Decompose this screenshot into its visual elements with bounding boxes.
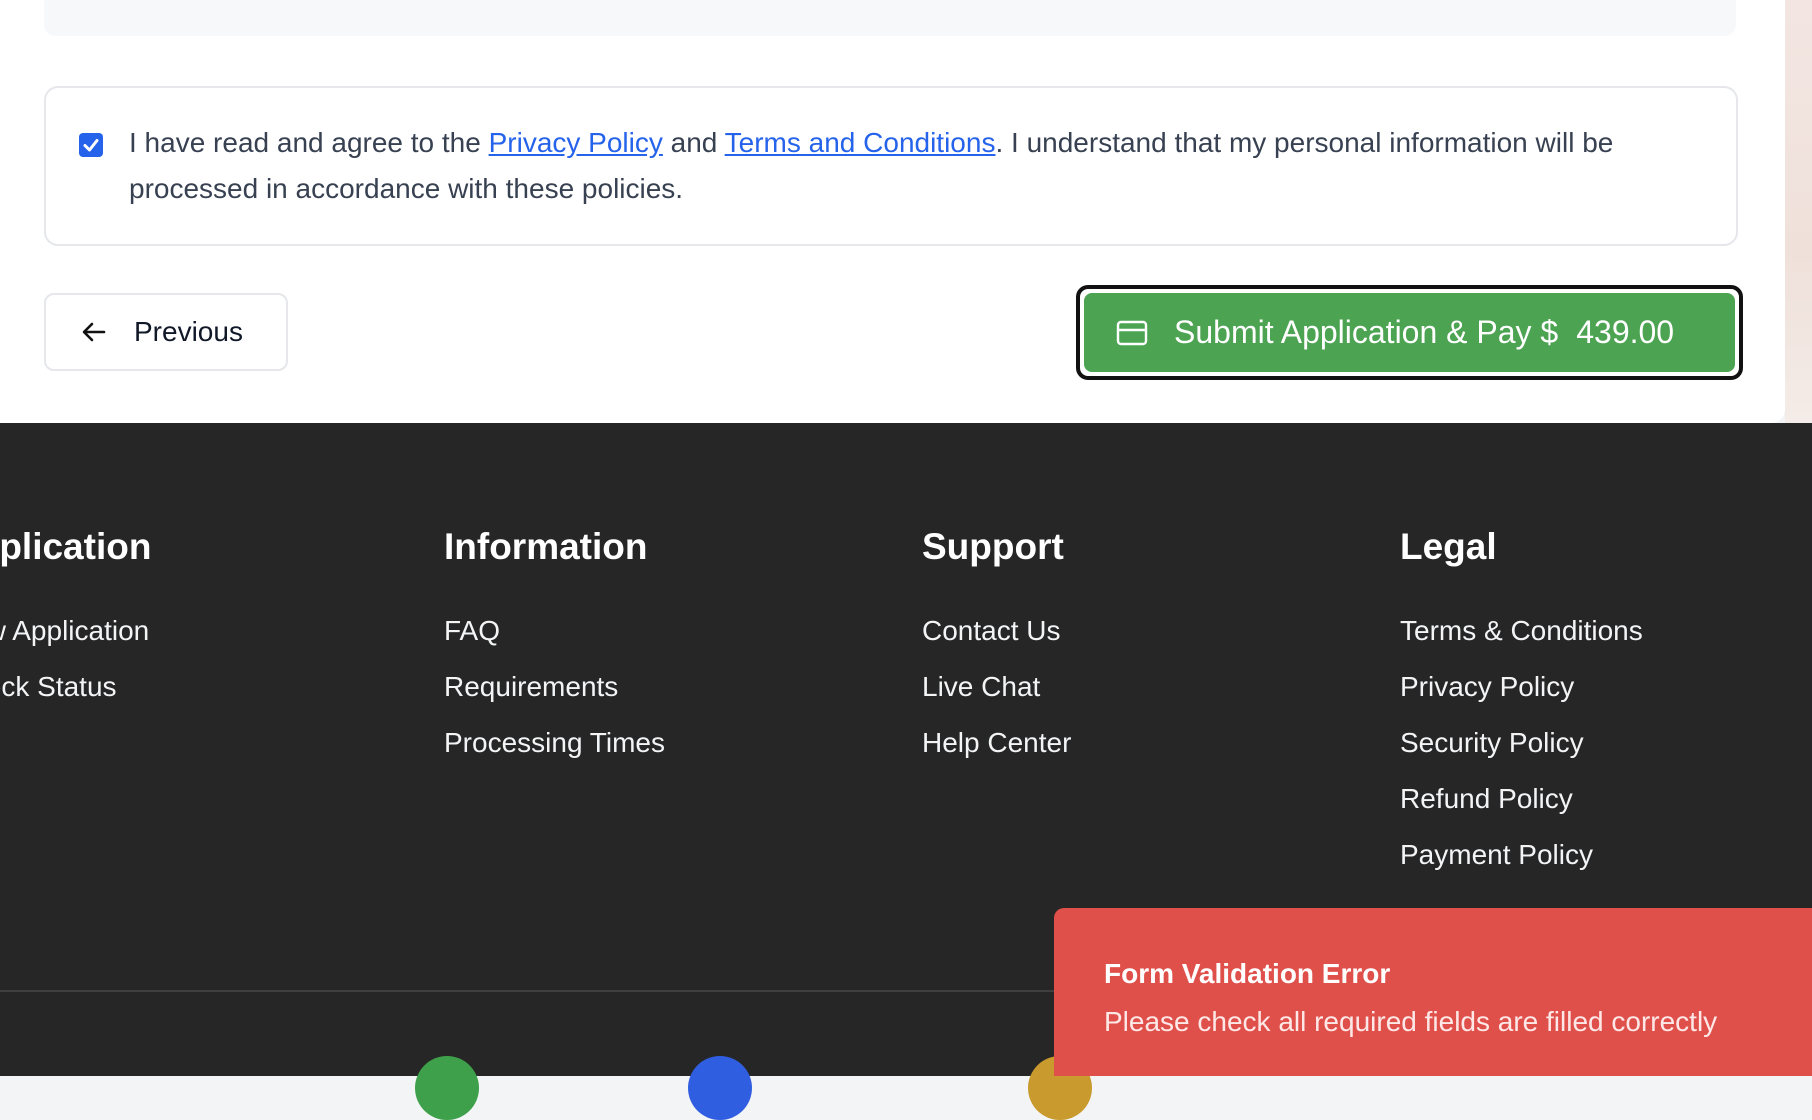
page-background-strip (1785, 0, 1812, 423)
validation-error-toast: Form Validation Error Please check all r… (1054, 908, 1812, 1076)
footer-link-refund[interactable]: Refund Policy (1400, 771, 1643, 827)
submit-pay-button[interactable]: Submit Application & Pay $ 439.00 (1084, 293, 1735, 372)
consent-text-and: and (662, 127, 725, 158)
consent-checkbox[interactable] (79, 133, 103, 157)
submit-label: Submit Application & Pay $ (1174, 314, 1559, 350)
footer-heading: Information (444, 526, 648, 567)
footer-link-security[interactable]: Security Policy (1400, 715, 1643, 771)
footer-link-privacy[interactable]: Privacy Policy (1400, 659, 1643, 715)
footer-heading: Application (0, 526, 152, 567)
credit-card-icon (1116, 320, 1148, 346)
consent-text-before: I have read and agree to the (129, 127, 489, 158)
checkmark-icon (83, 139, 99, 152)
social-icon-blue[interactable] (688, 1056, 752, 1120)
footer-link-processing-times[interactable]: Processing Times (444, 715, 665, 771)
footer-link-terms[interactable]: Terms & Conditions (1400, 603, 1643, 659)
toast-title: Form Validation Error (1104, 958, 1391, 989)
consent-box: I have read and agree to the Privacy Pol… (44, 86, 1738, 246)
privacy-policy-link[interactable]: Privacy Policy (489, 127, 663, 158)
previous-label: Previous (134, 316, 243, 347)
arrow-left-icon (80, 317, 110, 347)
footer-link-payment[interactable]: Payment Policy (1400, 827, 1643, 883)
footer-heading: Support (922, 526, 1064, 567)
footer-link-faq[interactable]: FAQ (444, 603, 665, 659)
footer-link-live-chat[interactable]: Live Chat (922, 659, 1071, 715)
footer-col-legal: Legal Terms & Conditions Privacy Policy … (1400, 523, 1643, 883)
footer-heading: Legal (1400, 526, 1497, 567)
terms-link[interactable]: Terms and Conditions (725, 127, 996, 158)
submit-amount: 439.00 (1576, 314, 1675, 350)
social-icon-green[interactable] (415, 1056, 479, 1120)
footer-link-check-status[interactable]: Check Status (0, 659, 151, 715)
previous-section (44, 0, 1736, 36)
footer-link-help-center[interactable]: Help Center (922, 715, 1071, 771)
footer-link-requirements[interactable]: Requirements (444, 659, 665, 715)
footer-link-new-application[interactable]: New Application (0, 603, 151, 659)
toast-message: Please check all required fields are fil… (1104, 1006, 1718, 1037)
footer-col-information: Information FAQ Requirements Processing … (444, 523, 665, 771)
form-card: I have read and agree to the Privacy Pol… (0, 0, 1785, 423)
consent-text: I have read and agree to the Privacy Pol… (129, 120, 1709, 212)
previous-button[interactable]: Previous (44, 293, 288, 371)
footer-col-application: Application New Application Check Status (0, 523, 151, 715)
footer-col-support: Support Contact Us Live Chat Help Center (922, 523, 1071, 771)
footer-link-contact-us[interactable]: Contact Us (922, 603, 1071, 659)
